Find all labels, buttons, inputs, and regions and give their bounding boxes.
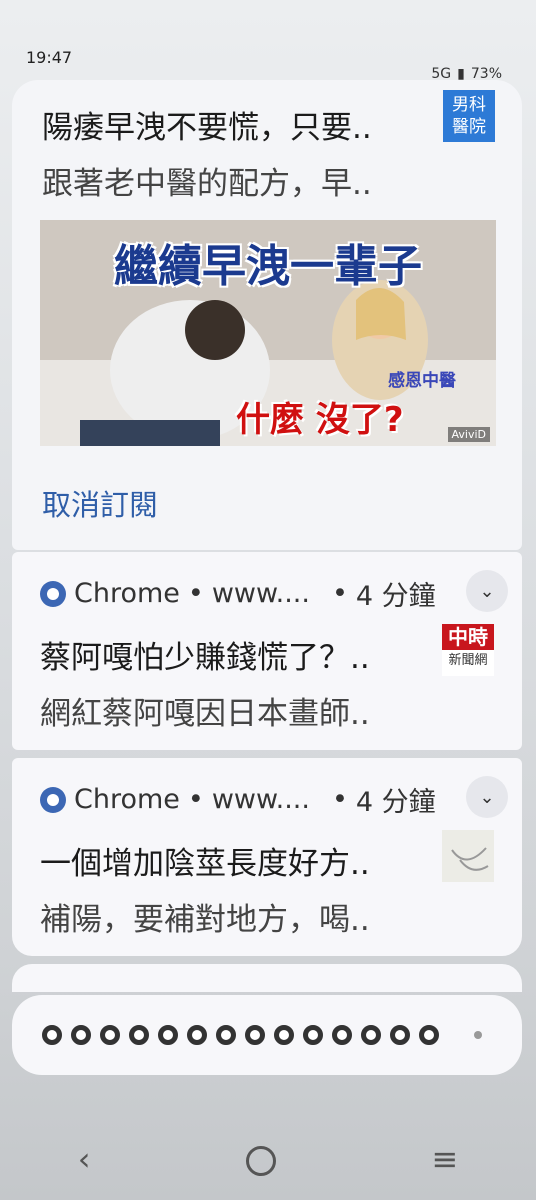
separator: •: [187, 784, 204, 815]
app-name: Chrome: [74, 578, 180, 609]
notification-body: 網紅蔡阿嘎因日本畫師..: [40, 696, 370, 732]
notification-card[interactable]: Chrome • www.... • 4 分鐘 ⌄ 蔡阿嘎怕少賺錢慌了？.. 網…: [12, 552, 522, 750]
chrome-icon: [216, 1025, 236, 1045]
notification-title: 一個增加陰莖長度好方..: [40, 846, 370, 882]
thumbnail-logo: 中時: [442, 624, 494, 650]
notification-thumbnail: [442, 830, 494, 882]
site-name: www....: [211, 578, 310, 609]
time-ago: 4 分鐘: [355, 787, 436, 818]
thumbnail-caption: 新聞網: [448, 653, 488, 668]
chrome-icon: [100, 1025, 120, 1045]
app-name: Chrome: [74, 784, 180, 815]
chrome-icon: [40, 786, 66, 813]
notification-icon-shelf[interactable]: [12, 995, 522, 1075]
notification-hero-image: 繼續早洩一輩子 感恩中醫 什麼 沒了? AviviD: [40, 220, 496, 446]
chrome-icon: [303, 1025, 323, 1045]
navigation-bar: ‹ ≡: [0, 1140, 536, 1178]
thumbnail-sketch: [451, 847, 489, 871]
chrome-icon: [129, 1025, 149, 1045]
chrome-icon: [419, 1025, 439, 1045]
time-ago: 4 分鐘: [355, 581, 436, 612]
notification-title: 陽痿早洩不要慌，只要..: [42, 110, 372, 146]
chrome-icon: [42, 1025, 62, 1045]
back-icon[interactable]: ‹: [78, 1140, 91, 1178]
recents-icon[interactable]: ≡: [431, 1140, 458, 1178]
separator: •: [331, 784, 348, 815]
chrome-icon: [71, 1025, 91, 1045]
chrome-icon: [361, 1025, 381, 1045]
notification-body: 補陽，要補對地方，喝..: [40, 902, 370, 938]
chrome-icon: [40, 580, 66, 607]
notification-title: 蔡阿嘎怕少賺錢慌了？..: [40, 640, 370, 676]
chrome-icon: [332, 1025, 352, 1045]
unsubscribe-button[interactable]: 取消訂閱: [42, 482, 158, 524]
separator: •: [331, 578, 348, 609]
notification-thumbnail: 男科醫院: [443, 90, 495, 142]
notification-thumbnail: 中時 新聞網: [442, 624, 494, 676]
more-dot-icon: [474, 1031, 482, 1039]
hero-watermark: AviviD: [447, 427, 490, 442]
expand-chevron-icon[interactable]: ⌄: [466, 776, 508, 818]
notification-card-collapsed[interactable]: [12, 964, 522, 992]
hero-caption: 什麼 沒了?: [236, 400, 404, 440]
separator: •: [187, 578, 204, 609]
chrome-icon: [390, 1025, 410, 1045]
chrome-icon: [245, 1025, 265, 1045]
site-name: www....: [211, 784, 310, 815]
chrome-icon: [158, 1025, 178, 1045]
notification-card[interactable]: Chrome • www.... • 4 分鐘 ⌄ 一個增加陰莖長度好方.. 補…: [12, 758, 522, 956]
notification-body: 跟著老中醫的配方，早..: [42, 166, 372, 202]
hero-badge: 感恩中醫: [388, 371, 456, 391]
status-bar: 19:47 5G ▮ 73%: [0, 0, 536, 82]
hero-headline: 繼續早洩一輩子: [114, 241, 422, 292]
chrome-icon: [274, 1025, 294, 1045]
expand-chevron-icon[interactable]: ⌄: [466, 570, 508, 612]
chrome-icon: [187, 1025, 207, 1045]
home-icon[interactable]: [245, 1146, 276, 1176]
clock: 19:47: [26, 48, 73, 67]
